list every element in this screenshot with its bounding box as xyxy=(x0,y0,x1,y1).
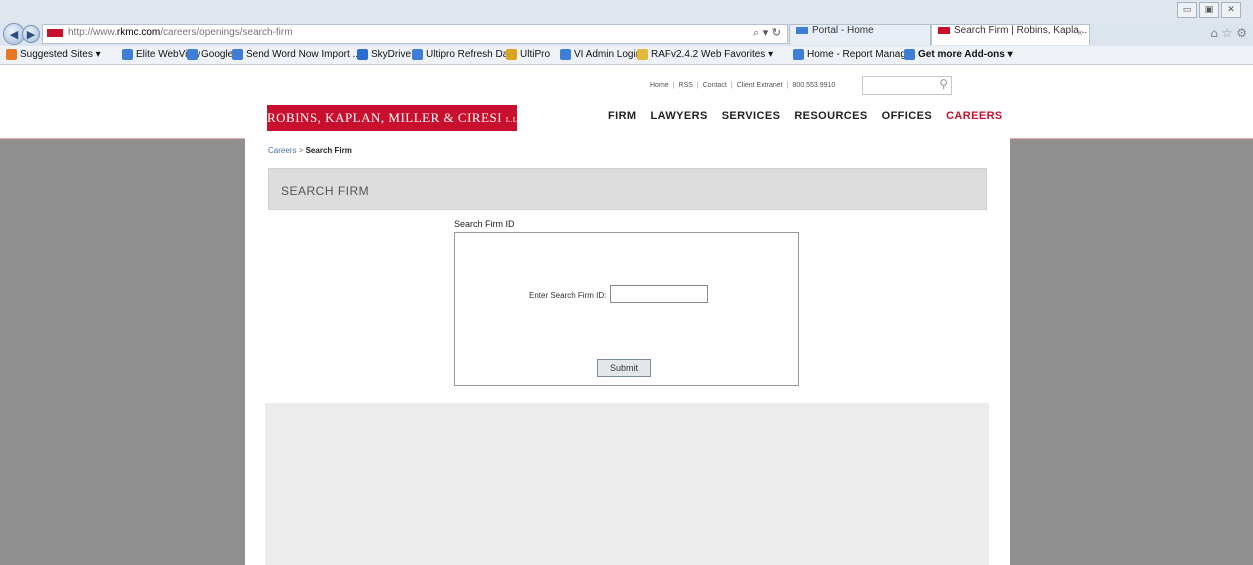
rkmc-favicon-icon xyxy=(938,27,950,34)
ie-page-icon xyxy=(122,49,133,60)
nav-resources[interactable]: RESOURCES xyxy=(794,110,867,122)
utility-phone: 800.553.9910 xyxy=(792,82,836,89)
utility-separator: | xyxy=(672,82,675,89)
url-domain: rkmc.com xyxy=(116,27,161,38)
nav-firm[interactable]: FIRM xyxy=(608,110,636,122)
search-firm-form: Enter Search Firm ID: Submit xyxy=(454,232,799,386)
suggested-sites-icon xyxy=(6,49,17,60)
favorite-item[interactable]: Home - Report Manager xyxy=(793,49,915,60)
favorite-label: Ultipro Refresh Data xyxy=(426,49,517,60)
nav-lawyers[interactable]: LAWYERS xyxy=(650,110,707,122)
favorite-item[interactable]: VI Admin Login xyxy=(560,49,641,60)
close-tab-icon[interactable]: × xyxy=(1077,28,1083,39)
folder-icon xyxy=(637,49,648,60)
favorite-label: Google xyxy=(201,49,234,60)
utility-links: Home | RSS | Contact | Client Extranet | 800.553… xyxy=(650,82,835,89)
favorite-label: VI Admin Login xyxy=(574,49,642,60)
favorite-item[interactable]: RAFv2.4.2 Web Favorites ▾ xyxy=(637,49,773,60)
ie-page-icon xyxy=(793,49,804,60)
web-page: Home | RSS | Contact | Client Extranet | 800.553… xyxy=(0,65,1253,565)
utility-client-extranet-link[interactable]: Client Extranet xyxy=(737,82,783,89)
utility-home-link[interactable]: Home xyxy=(650,82,669,89)
main-navigation: FIRM LAWYERS SERVICES RESOURCES OFFICES CAREE… xyxy=(608,110,1017,122)
ie-page-icon xyxy=(560,49,571,60)
favorite-item[interactable]: Send Word Now Import ... xyxy=(232,49,361,60)
tab-portal-home[interactable]: Portal - Home xyxy=(789,24,931,45)
logo-text: ROBINS, KAPLAN, MILLER & CIRESI xyxy=(267,110,503,125)
favorite-label: UltiPro xyxy=(520,49,551,60)
ultipro-icon xyxy=(506,49,517,60)
favorite-item[interactable]: Ultipro Refresh Data xyxy=(412,49,517,60)
tab-label: Search Firm | Robins, Kapla... xyxy=(954,25,1088,36)
page-title: SEARCH FIRM xyxy=(281,184,370,198)
window-controls: ▭ ▣ ✕ xyxy=(1177,2,1241,18)
ie-page-icon xyxy=(187,49,198,60)
content-panel xyxy=(265,403,989,565)
favorite-item[interactable]: Suggested Sites ▾ xyxy=(6,49,101,60)
breadcrumb: Careers > Search Firm xyxy=(268,146,352,155)
favorite-label: RAFv2.4.2 Web Favorites ▾ xyxy=(651,49,774,60)
ie-page-icon xyxy=(232,49,243,60)
favorite-label: Suggested Sites ▾ xyxy=(20,49,101,60)
favorite-label: SkyDrive xyxy=(371,49,412,60)
site-favicon-icon xyxy=(47,29,63,37)
favorite-item[interactable]: SkyDrive xyxy=(357,49,411,60)
browser-toolbar-icons: ⌂ ☆ ⚙ xyxy=(1210,26,1247,40)
settings-gear-icon[interactable]: ⚙ xyxy=(1236,26,1247,40)
portal-favicon-icon xyxy=(796,27,808,34)
browser-title-bar: ▭ ▣ ✕ xyxy=(0,0,1253,22)
utility-rss-link[interactable]: RSS xyxy=(679,82,693,89)
address-tools-icon[interactable]: ⌕ ▾ ↻ xyxy=(753,26,781,40)
utility-separator: | xyxy=(730,82,733,89)
favorites-star-icon[interactable]: ☆ xyxy=(1222,26,1233,40)
search-firm-legend: Search Firm ID xyxy=(454,219,515,229)
breadcrumb-separator: > xyxy=(298,146,304,155)
nav-offices[interactable]: OFFICES xyxy=(882,110,932,122)
ie-page-icon xyxy=(412,49,423,60)
breadcrumb-current: Search Firm xyxy=(305,146,352,155)
utility-separator: | xyxy=(786,82,789,89)
main-content: Careers > Search Firm SEARCH FIRM Search… xyxy=(245,138,1010,565)
favorite-item[interactable]: Get more Add-ons ▾ xyxy=(904,49,1013,60)
url-path: /careers/openings/search-firm xyxy=(160,27,293,38)
forward-arrow-icon[interactable]: ▶ xyxy=(22,25,40,43)
minimize-icon[interactable]: ▭ xyxy=(1177,2,1197,18)
logo-suffix: L.L.P. xyxy=(505,116,526,124)
firm-logo[interactable]: ROBINS, KAPLAN, MILLER & CIRESI L.L.P. xyxy=(267,105,525,131)
favorite-item[interactable]: Google xyxy=(187,49,233,60)
navigation-bar: ◀ ▶ http://www.rkmc.com/careers/openings… xyxy=(0,22,1253,46)
favorite-item[interactable]: UltiPro xyxy=(506,49,550,60)
tab-search-firm[interactable]: Search Firm | Robins, Kapla... × xyxy=(931,24,1090,45)
home-icon[interactable]: ⌂ xyxy=(1210,26,1218,40)
site-header: Home | RSS | Contact | Client Extranet | 800.553… xyxy=(0,65,1253,139)
favorite-label: Get more Add-ons ▾ xyxy=(918,49,1013,60)
ie-page-icon xyxy=(904,49,915,60)
utility-separator: | xyxy=(696,82,699,89)
address-url[interactable]: http://www.rkmc.com/careers/openings/sea… xyxy=(68,27,293,38)
favorite-label: Home - Report Manager xyxy=(807,49,915,60)
search-firm-id-input[interactable] xyxy=(610,285,708,303)
url-prefix: http://www. xyxy=(68,27,117,38)
utility-contact-link[interactable]: Contact xyxy=(703,82,727,89)
nav-services[interactable]: SERVICES xyxy=(722,110,781,122)
restore-icon[interactable]: ▣ xyxy=(1199,2,1219,18)
favorite-label: Send Word Now Import ... xyxy=(246,49,361,60)
nav-careers[interactable]: CAREERS xyxy=(946,110,1003,122)
submit-button[interactable]: Submit xyxy=(597,359,651,377)
address-bar[interactable]: http://www.rkmc.com/careers/openings/sea… xyxy=(42,24,788,44)
breadcrumb-careers-link[interactable]: Careers xyxy=(268,146,296,155)
page-title-bar: SEARCH FIRM xyxy=(268,168,987,210)
search-icon[interactable]: ⚲ xyxy=(939,77,948,91)
favorites-bar: Suggested Sites ▾ Elite WebView Google Send… xyxy=(0,46,1253,65)
site-search-input[interactable]: ⚲ xyxy=(862,76,952,95)
close-window-icon[interactable]: ✕ xyxy=(1221,2,1241,18)
search-firm-id-label: Enter Search Firm ID: xyxy=(529,291,607,300)
skydrive-icon xyxy=(357,49,368,60)
tab-label: Portal - Home xyxy=(812,25,874,36)
